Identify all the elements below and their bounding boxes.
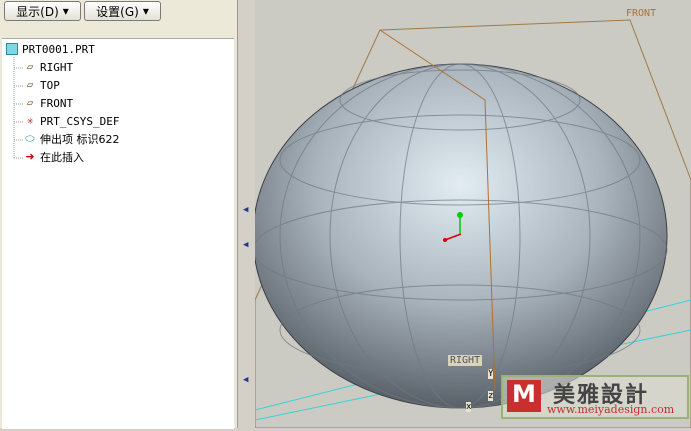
csys-icon: ✳: [26, 114, 34, 127]
datum-plane-icon: ▱: [26, 78, 34, 91]
collapse-left-icon[interactable]: ◀: [243, 240, 248, 250]
watermark-url: www.meiyadesign.com: [547, 403, 675, 416]
show-menu-button[interactable]: 显示(D) ▾: [4, 1, 81, 21]
panel-splitter[interactable]: ◀ ◀ ◀: [237, 0, 256, 428]
tree-item-label: 伸出项 标识622: [40, 133, 120, 146]
collapse-left-icon[interactable]: ◀: [243, 205, 248, 215]
axis-y-label: Y: [488, 369, 494, 379]
protrusion-icon: ⬭: [25, 132, 35, 145]
part-icon: [6, 43, 18, 55]
tree-item-label: RIGHT: [40, 60, 74, 74]
tree-item-label: FRONT: [40, 96, 74, 110]
tree-item-front[interactable]: ▱ FRONT: [24, 95, 73, 111]
settings-menu-button[interactable]: 设置(G) ▾: [84, 1, 161, 21]
insert-here-arrow-icon: ➜: [25, 150, 35, 163]
tree-item-protrusion[interactable]: ⬭ 伸出项 标识622: [24, 131, 120, 147]
axis-x-label: x: [466, 402, 472, 412]
tree-item-label: TOP: [40, 78, 60, 92]
tree-item-top[interactable]: ▱ TOP: [24, 77, 60, 93]
tree-item-label: 在此插入: [40, 151, 84, 164]
show-label: 显示(D): [16, 4, 59, 19]
dropdown-arrow-icon: ▾: [62, 4, 69, 18]
tree-item-csys[interactable]: ✳ PRT_CSYS_DEF: [24, 113, 120, 129]
datum-plane-icon: ▱: [26, 60, 34, 73]
axis-z-label: z: [488, 391, 494, 401]
dropdown-arrow-icon: ▾: [142, 4, 149, 18]
model-tree-panel: 显示(D) ▾ 设置(G) ▾ PRT0001.PRT ▱ RIGHT ▱ TOP ▱ F…: [0, 0, 237, 429]
settings-label: 设置(G): [96, 4, 139, 19]
tree-root-label: PRT0001.PRT: [22, 42, 95, 56]
front-plane-label[interactable]: FRONT: [626, 8, 656, 19]
watermark: M 美雅設計 www.meiyadesign.com: [501, 375, 689, 419]
model-tree: PRT0001.PRT ▱ RIGHT ▱ TOP ▱ FRONT ✳ PRT_CSYS…: [2, 38, 234, 429]
tree-header-strip: [2, 22, 234, 38]
tree-item-label: PRT_CSYS_DEF: [40, 114, 120, 128]
tree-item-right[interactable]: ▱ RIGHT: [24, 59, 73, 75]
right-plane-label[interactable]: RIGHT: [448, 355, 483, 366]
tree-root-part[interactable]: PRT0001.PRT: [6, 41, 95, 57]
tree-item-insert-here[interactable]: ➜ 在此插入: [24, 149, 84, 165]
3d-viewport[interactable]: FRONT RIGHT Y z x M 美雅設計 www.meiyadesign…: [252, 0, 691, 429]
collapse-left-icon[interactable]: ◀: [243, 375, 248, 385]
watermark-logo: M: [507, 380, 541, 412]
datum-plane-icon: ▱: [26, 96, 34, 109]
